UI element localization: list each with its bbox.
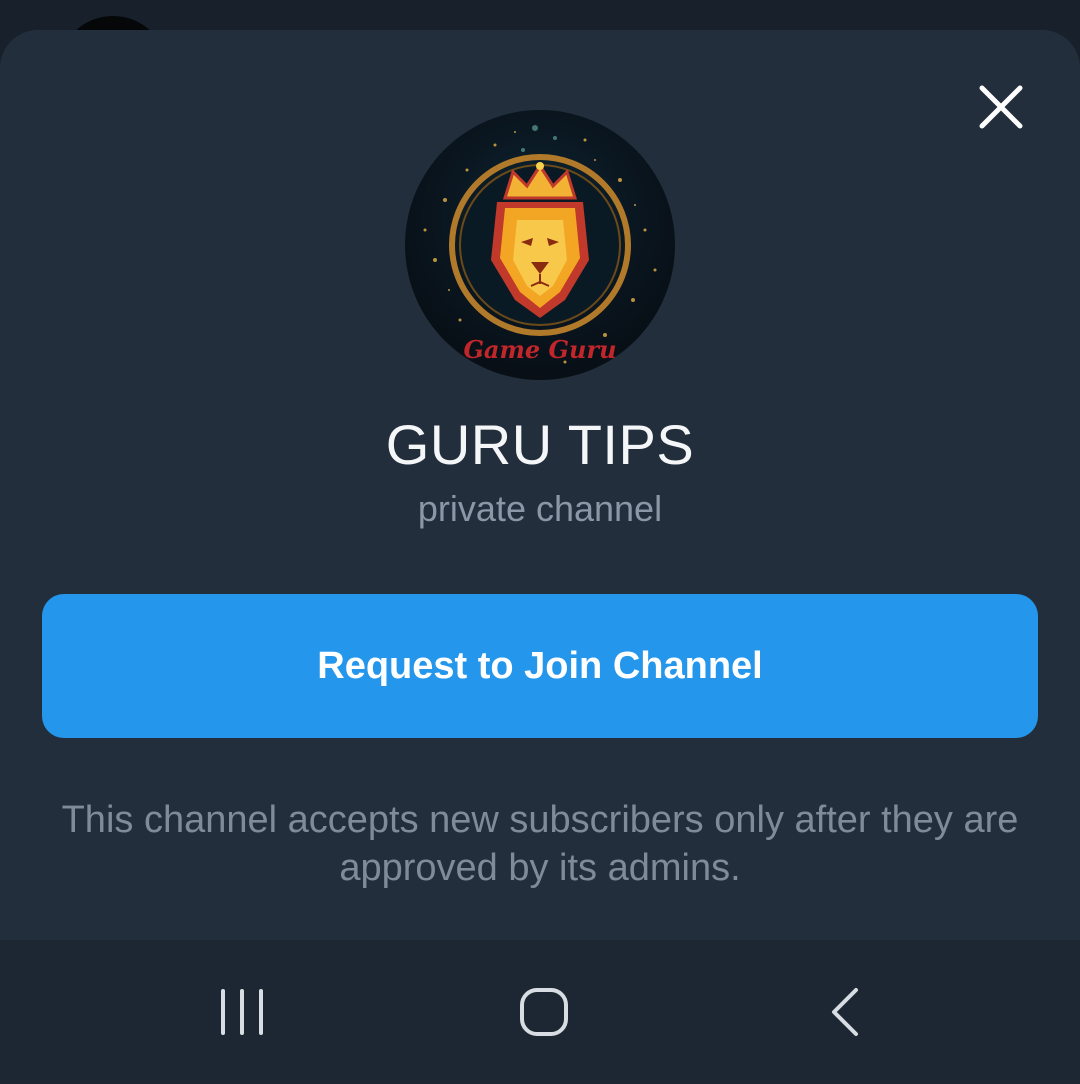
lion-crown-logo: Game Guru bbox=[423, 125, 657, 364]
home-icon bbox=[520, 988, 568, 1036]
request-to-join-label: Request to Join Channel bbox=[317, 644, 763, 687]
close-button[interactable] bbox=[968, 74, 1034, 140]
channel-type-label: private channel bbox=[417, 488, 663, 529]
back-button[interactable] bbox=[746, 940, 946, 1084]
channel-avatar: Game Guru bbox=[405, 110, 675, 380]
home-button[interactable] bbox=[444, 940, 644, 1084]
back-icon bbox=[832, 988, 858, 1036]
close-icon bbox=[979, 85, 1023, 129]
approval-info-text: This channel accepts new subscribers onl… bbox=[61, 799, 1019, 889]
recents-icon bbox=[221, 989, 263, 1035]
recents-button[interactable] bbox=[142, 940, 342, 1084]
request-to-join-button[interactable]: Request to Join Channel bbox=[42, 594, 1038, 738]
channel-title: GURU TIPS bbox=[385, 413, 695, 476]
system-navigation-bar bbox=[0, 940, 1080, 1084]
svg-text:Game Guru: Game Guru bbox=[463, 335, 616, 364]
